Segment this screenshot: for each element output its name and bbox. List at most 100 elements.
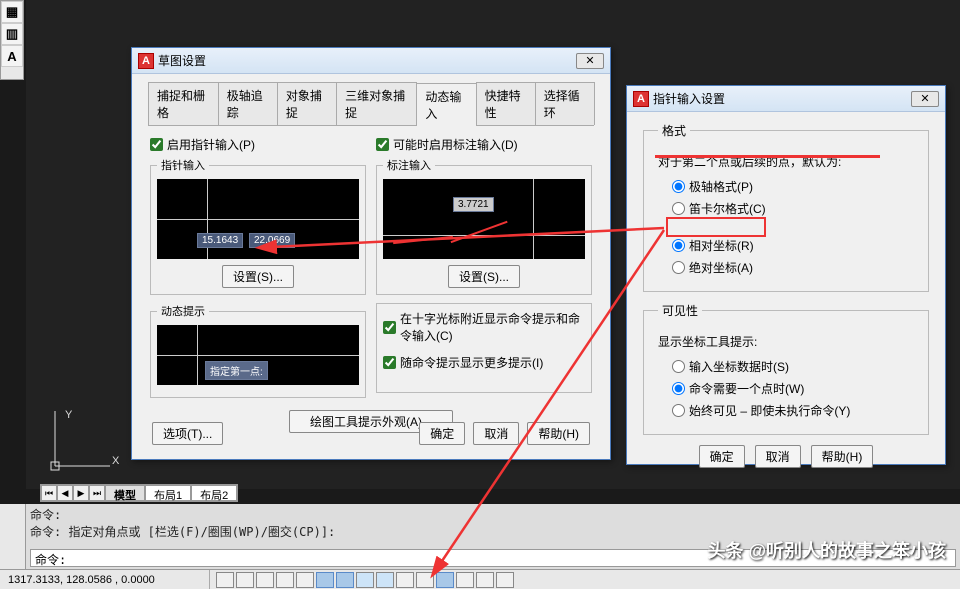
sbtn-13[interactable]: [456, 572, 474, 588]
lbl-enable-pointer: 启用指针输入(P): [167, 136, 255, 153]
cmd-icons: [0, 504, 26, 569]
lbl-polar: 极轴格式(P): [689, 178, 753, 195]
pointer-footer: 确定 取消 帮助(H): [643, 445, 929, 468]
pointer-btn-ok[interactable]: 确定: [699, 445, 745, 468]
tab-layout2[interactable]: 布局2: [191, 485, 237, 501]
radio-relative[interactable]: [672, 239, 685, 252]
radio-polar[interactable]: [672, 180, 685, 193]
watermark: 头条 @听别人的故事之笨小孩: [707, 537, 946, 563]
dialog-footer: 选项(T)... 确定 取消 帮助(H): [132, 414, 610, 453]
sbtn-4[interactable]: [276, 572, 294, 588]
tab-nav-first[interactable]: ⏮: [41, 485, 57, 501]
sbtn-8[interactable]: [356, 572, 374, 588]
layout-tabs: ⏮ ◀ ▶ ⏭ 模型 布局1 布局2: [40, 484, 238, 502]
btn-ok[interactable]: 确定: [419, 422, 465, 445]
tab-osnap3d[interactable]: 三维对象捕捉: [336, 82, 417, 125]
vis-subtitle: 显示坐标工具提示:: [658, 333, 914, 350]
pointer-dialog-body: 格式 对于第二个点或后续的点，默认为: 极轴格式(P) 笛卡尔格式(C) 相对坐…: [627, 112, 945, 478]
btn-cancel[interactable]: 取消: [473, 422, 519, 445]
sbtn-9[interactable]: [376, 572, 394, 588]
lbl-vis-cmd: 命令需要一个点时(W): [689, 380, 804, 397]
preview-dim: 3.7721: [383, 179, 585, 259]
preview-prompt-text: 指定第一点:: [205, 361, 268, 380]
lbl-absolute: 绝对坐标(A): [689, 259, 753, 276]
sbtn-12[interactable]: [436, 572, 454, 588]
btn-help[interactable]: 帮助(H): [527, 422, 590, 445]
radio-cartesian[interactable]: [672, 202, 685, 215]
sbtn-1[interactable]: [216, 572, 234, 588]
preview-pointer: 15.1643 22.0669: [157, 179, 359, 259]
sbtn-6[interactable]: [316, 572, 334, 588]
toolbar-icon-2[interactable]: ▥: [1, 23, 23, 45]
chk-enable-pointer[interactable]: [150, 138, 163, 151]
lbl-cmd-prompt: 在十字光标附近显示命令提示和命令输入(C): [400, 310, 585, 344]
preview-val-2: 22.0669: [249, 233, 295, 248]
close-icon[interactable]: ✕: [911, 91, 939, 107]
sbtn-14[interactable]: [476, 572, 494, 588]
svg-text:X: X: [112, 455, 120, 467]
tab-layout1[interactable]: 布局1: [145, 485, 191, 501]
svg-text:Y: Y: [65, 409, 73, 421]
radio-vis-input[interactable]: [672, 360, 685, 373]
legend-dim: 标注输入: [383, 157, 435, 173]
sbtn-15[interactable]: [496, 572, 514, 588]
dialog-body: 启用指针输入(P) 指针输入 15.1643 22.0669 设置(S)... …: [132, 126, 610, 443]
sbtn-10[interactable]: [396, 572, 414, 588]
pointer-dialog-title: 指针输入设置: [653, 90, 725, 107]
tab-model[interactable]: 模型: [105, 485, 145, 501]
btn-options[interactable]: 选项(T)...: [152, 422, 223, 445]
chk-more-prompt[interactable]: [383, 356, 396, 369]
pointer-btn-cancel[interactable]: 取消: [755, 445, 801, 468]
legend-pointer: 指针输入: [157, 157, 209, 173]
sbtn-5[interactable]: [296, 572, 314, 588]
tab-nav-prev[interactable]: ◀: [57, 485, 73, 501]
tab-nav-next[interactable]: ▶: [73, 485, 89, 501]
btn-dim-settings[interactable]: 设置(S)...: [448, 265, 520, 288]
lbl-more-prompt: 随命令提示显示更多提示(I): [400, 354, 543, 371]
sbtn-11[interactable]: [416, 572, 434, 588]
legend-format: 格式: [658, 122, 690, 139]
preview-prompt: 指定第一点:: [157, 325, 359, 385]
toolbar-icon-text[interactable]: A: [1, 45, 23, 67]
app-icon: A: [633, 91, 649, 107]
toolbar-icon-1[interactable]: ▦: [1, 1, 23, 23]
tab-osnap[interactable]: 对象捕捉: [277, 82, 337, 125]
btn-pointer-settings[interactable]: 设置(S)...: [222, 265, 294, 288]
radio-absolute[interactable]: [672, 261, 685, 274]
radio-vis-cmd[interactable]: [672, 382, 685, 395]
app-icon: A: [138, 53, 154, 69]
lbl-vis-always: 始终可见 – 即使未执行命令(Y): [689, 402, 850, 419]
tab-polar[interactable]: 极轴追踪: [218, 82, 278, 125]
status-bar: 1317.3133, 128.0586 , 0.0000: [0, 569, 960, 589]
sbtn-2[interactable]: [236, 572, 254, 588]
status-buttons: [210, 572, 514, 588]
left-toolbar: ▦ ▥ A: [0, 0, 24, 80]
chk-cmd-prompt[interactable]: [383, 321, 396, 334]
legend-dyn-prompt: 动态提示: [157, 303, 209, 319]
format-subtitle: 对于第二个点或后续的点，默认为:: [658, 153, 914, 170]
tab-quick-props[interactable]: 快捷特性: [476, 82, 536, 125]
dialog-tabs: 捕捉和栅格 极轴追踪 对象捕捉 三维对象捕捉 动态输入 快捷特性 选择循环: [148, 82, 594, 126]
sbtn-7[interactable]: [336, 572, 354, 588]
pointer-btn-help[interactable]: 帮助(H): [811, 445, 874, 468]
coords-readout: 1317.3133, 128.0586 , 0.0000: [0, 570, 210, 589]
cmd-line-1: 命令:: [30, 506, 956, 523]
lbl-cartesian: 笛卡尔格式(C): [689, 200, 766, 217]
pointer-dialog-titlebar[interactable]: A 指针输入设置 ✕: [627, 86, 945, 112]
close-icon[interactable]: ✕: [576, 53, 604, 69]
tab-sel-cycle[interactable]: 选择循环: [535, 82, 595, 125]
chk-enable-dim[interactable]: [376, 138, 389, 151]
lbl-enable-dim: 可能时启用标注输入(D): [393, 136, 518, 153]
tab-dyn-input[interactable]: 动态输入: [416, 83, 476, 126]
preview-val-1: 15.1643: [197, 233, 243, 248]
grp-dyn-prompt: 动态提示 指定第一点:: [150, 303, 366, 398]
ucs-icon: Y X: [50, 406, 120, 479]
sbtn-3[interactable]: [256, 572, 274, 588]
radio-vis-always[interactable]: [672, 404, 685, 417]
tab-nav-last[interactable]: ⏭: [89, 485, 105, 501]
grp-pointer-input: 指针输入 15.1643 22.0669 设置(S)...: [150, 157, 366, 295]
tab-snap-grid[interactable]: 捕捉和栅格: [148, 82, 219, 125]
dialog-titlebar[interactable]: A 草图设置 ✕: [132, 48, 610, 74]
preview-dim-val: 3.7721: [453, 197, 494, 212]
dialog-title-text: 草图设置: [158, 52, 206, 69]
